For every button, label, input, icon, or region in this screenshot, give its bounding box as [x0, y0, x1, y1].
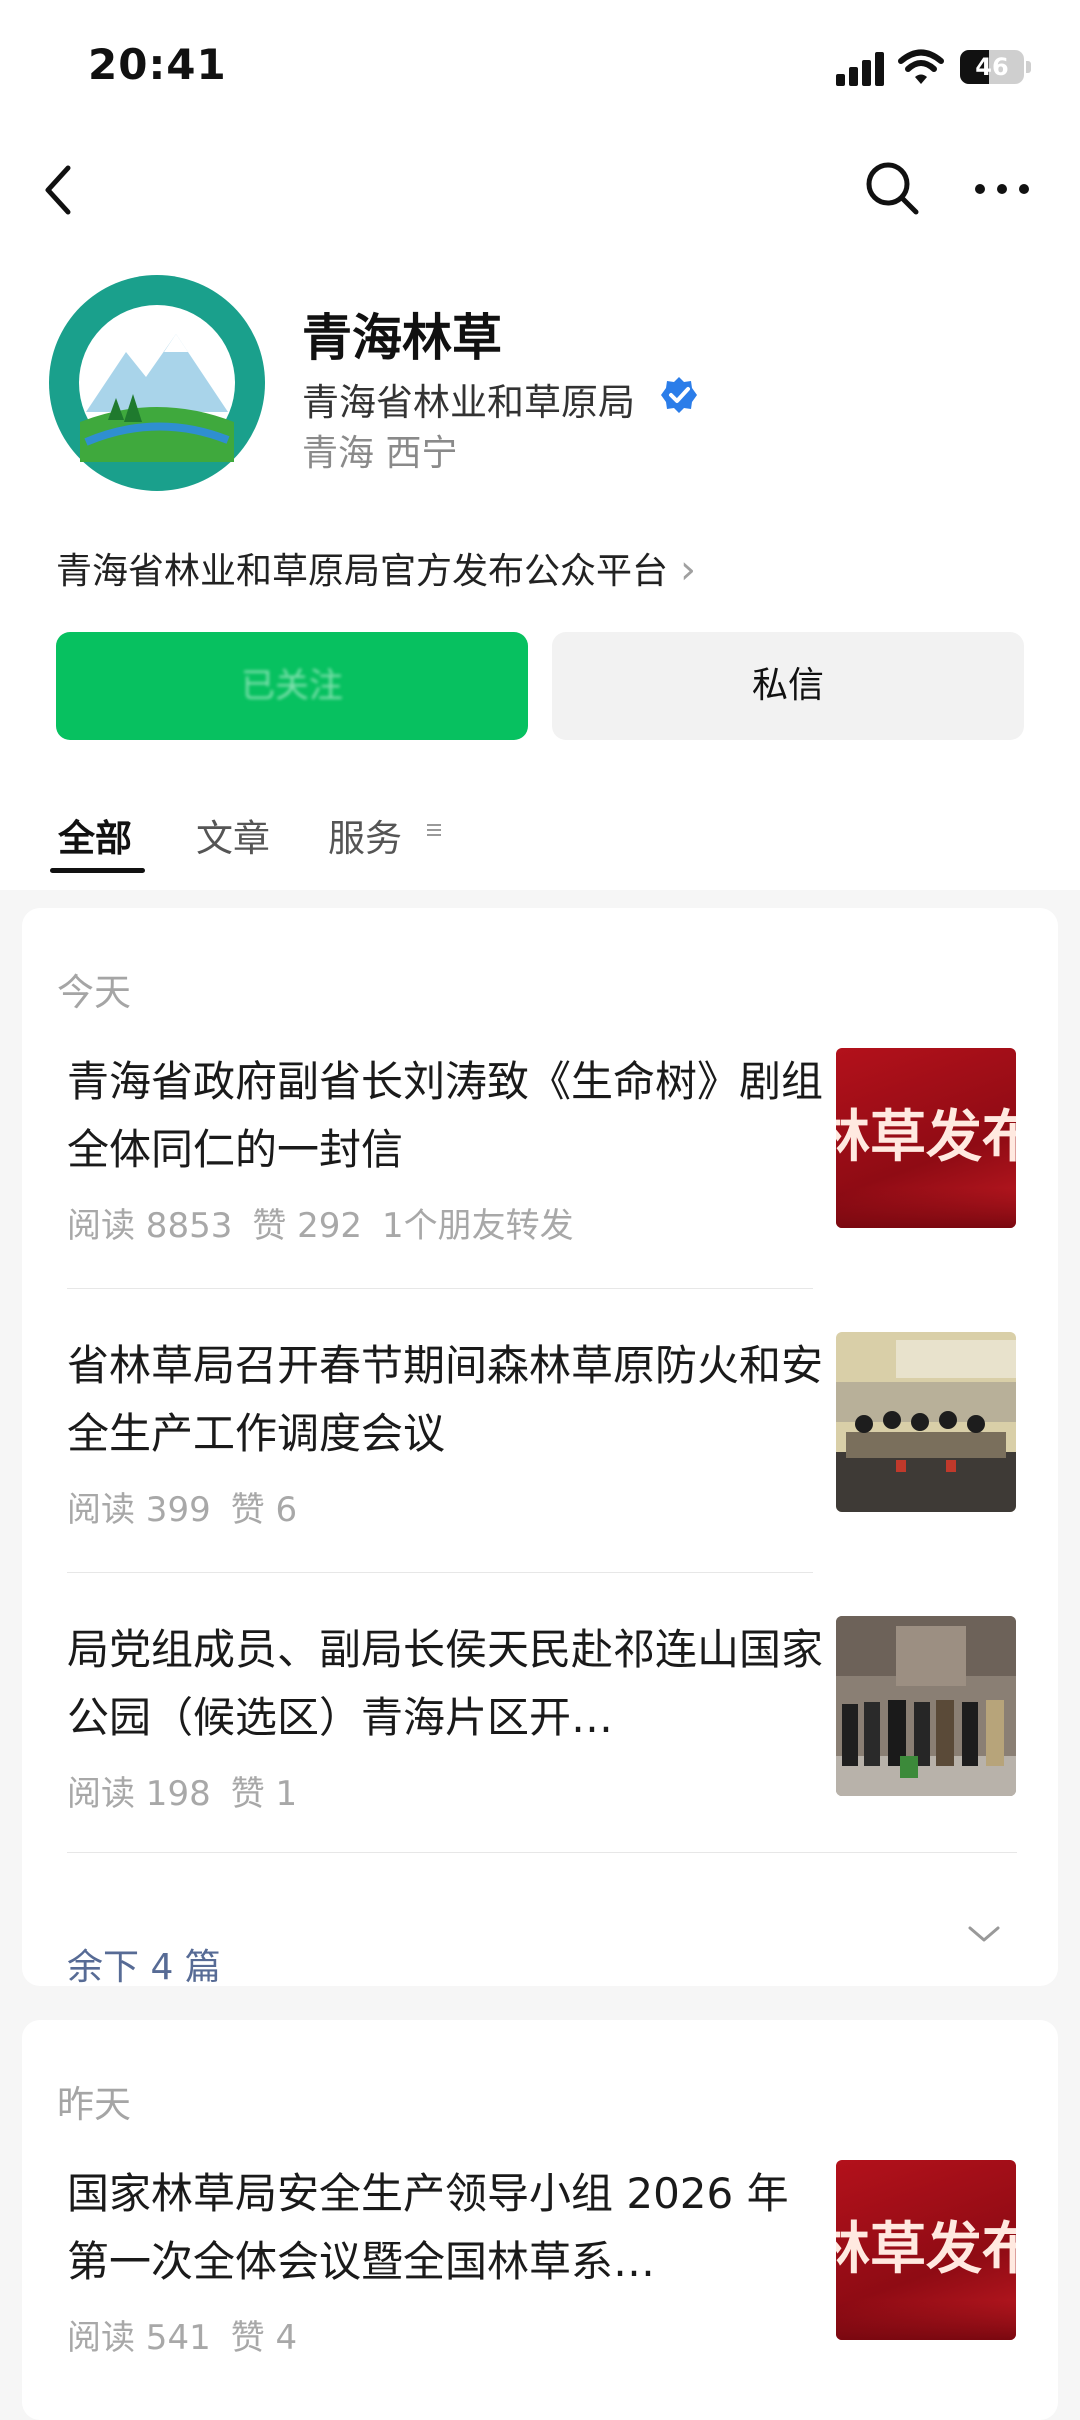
article-stats: 阅读 8853 赞 292 1个朋友转发	[67, 1198, 594, 1247]
article-title: 省林草局召开春节期间森林草原防火和安全生产工作调度会议	[67, 1341, 824, 1458]
status-time: 20:41	[88, 40, 227, 89]
tab-active-indicator	[50, 868, 145, 873]
divider	[67, 1572, 813, 1573]
wifi-icon	[898, 49, 944, 84]
article-likes: 赞 4	[230, 2318, 298, 2358]
chevron-left-icon[interactable]	[40, 160, 80, 220]
article-thumbnail: 林草发布	[836, 1048, 1016, 1228]
article-likes: 赞 292	[252, 1206, 363, 1246]
battery-tip	[1026, 61, 1031, 73]
article-likes: 赞 6	[230, 1490, 298, 1530]
divider	[67, 1852, 1017, 1853]
thumbnail-text: 林草发布	[836, 2216, 1016, 2282]
divider	[67, 1288, 813, 1289]
article-stats: 阅读 198 赞 1	[67, 1766, 317, 1815]
article-reads: 阅读 198	[67, 1774, 211, 1814]
article-reads: 阅读 541	[67, 2318, 211, 2358]
battery-icon: 46	[960, 50, 1024, 84]
message-button[interactable]: 私信	[552, 632, 1024, 740]
article-group-today: 今天 青海省政府副省长刘涛致《生命树》剧组全体同仁的一封信 阅读 8853 赞 2…	[22, 908, 1058, 1988]
account-name: 青海林草	[302, 309, 502, 367]
article-group-yesterday: 昨天 国家林草局安全生产领导小组 2026 年第一次全体会议暨全国林草系… 阅读…	[22, 2020, 1058, 2420]
article-title: 青海省政府副省长刘涛致《生命树》剧组全体同仁的一封信	[67, 1057, 824, 1174]
account-description-text: 青海省林业和草原局官方发布公众平台	[56, 551, 669, 592]
article-thumbnail	[836, 1616, 1016, 1796]
article-likes: 赞 1	[230, 1774, 298, 1814]
qinghai-forestry-logo[interactable]	[46, 272, 268, 494]
article-thumbnail	[836, 1332, 1016, 1512]
chevron-down-icon[interactable]	[966, 1922, 1002, 1946]
signal-icon	[836, 52, 886, 86]
account-location: 青海 西宁	[302, 433, 458, 474]
account-org: 青海省林业和草原局	[302, 381, 635, 424]
verified-badge-icon	[661, 377, 697, 413]
article-title: 国家林草局安全生产领导小组 2026 年第一次全体会议暨全国林草系…	[67, 2169, 789, 2286]
group-label: 昨天	[57, 2083, 131, 2126]
search-icon[interactable]	[864, 160, 920, 216]
chevron-right-icon: ›	[680, 547, 697, 593]
battery-level: 46	[975, 53, 1009, 81]
tab-all[interactable]: 全部	[58, 808, 132, 862]
article-title: 局党组成员、副局长侯天民赴祁连山国家公园（候选区）青海片区开…	[67, 1625, 824, 1742]
menu-icon[interactable]	[424, 820, 444, 840]
account-description[interactable]: 青海省林业和草原局官方发布公众平台 ›	[56, 542, 696, 594]
article-stats: 阅读 399 赞 6	[67, 1482, 317, 1531]
article-reads: 阅读 399	[67, 1490, 211, 1530]
more-dots-icon[interactable]	[974, 176, 1030, 202]
article-thumbnail: 林草发布	[836, 2160, 1016, 2340]
follow-button[interactable]: 已关注	[56, 632, 528, 740]
article-friend-shares: 1个朋友转发	[382, 1206, 574, 1246]
follow-button-label: 已关注	[241, 666, 343, 706]
show-more-articles[interactable]: 余下 4 篇	[67, 1938, 221, 1990]
article-reads: 阅读 8853	[67, 1206, 233, 1246]
tab-articles[interactable]: 文章	[196, 808, 270, 862]
thumbnail-text: 林草发布	[836, 1104, 1016, 1170]
article-stats: 阅读 541 赞 4	[67, 2310, 317, 2359]
tab-services[interactable]: 服务	[328, 808, 402, 862]
group-label: 今天	[57, 971, 131, 1014]
